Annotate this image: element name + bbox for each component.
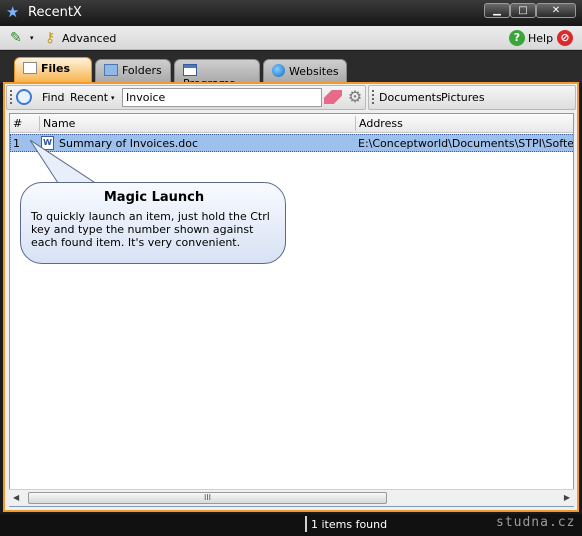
tab-websites[interactable]: Websites: [263, 59, 347, 82]
title-bar: ★ RecentX ▁ □ ✕: [0, 0, 582, 26]
tab-files[interactable]: Files: [14, 57, 92, 83]
maximize-button[interactable]: □: [510, 3, 536, 18]
tab-programs[interactable]: Programs: [174, 59, 260, 90]
toolbar-grip[interactable]: [372, 90, 374, 105]
watermark: studna.cz: [496, 515, 576, 530]
close-button[interactable]: ✕: [536, 3, 576, 18]
globe-icon: [272, 64, 285, 77]
menu-bar: ✎ ▾ ⚷ Advanced ? Help ⊘: [0, 26, 582, 50]
chevron-down-icon[interactable]: ▾: [30, 34, 34, 42]
documents-filter[interactable]: Documents: [379, 91, 442, 104]
find-toolbar: Find Recent ▾ ⚙: [6, 85, 366, 110]
help-icon[interactable]: ?: [509, 30, 525, 46]
column-header-name[interactable]: Name: [43, 117, 75, 130]
tooltip-title: Magic Launch: [103, 190, 205, 205]
find-button[interactable]: Find: [42, 91, 65, 104]
advanced-menu[interactable]: Advanced: [62, 32, 116, 45]
scroll-left-icon[interactable]: ◀: [13, 493, 19, 502]
search-icon[interactable]: [16, 89, 32, 105]
column-header-number[interactable]: #: [13, 117, 22, 130]
column-divider[interactable]: [355, 116, 356, 131]
tab-strip: Files Folders Programs Websites: [0, 51, 582, 90]
tab-label: Folders: [122, 64, 162, 77]
tab-folders[interactable]: Folders: [95, 59, 171, 82]
toolbar-grip[interactable]: [10, 90, 12, 105]
tooltip-body: To quickly launch an item, just hold the…: [31, 210, 270, 249]
key-icon[interactable]: ⚷: [45, 30, 61, 46]
stop-icon[interactable]: ⊘: [557, 30, 573, 46]
file-icon: [23, 62, 37, 74]
magic-launch-tooltip: Magic Launch To quickly launch an item, …: [20, 182, 286, 264]
recent-dropdown[interactable]: Recent: [70, 91, 108, 104]
pictures-filter[interactable]: Pictures: [441, 91, 485, 104]
scroll-right-icon[interactable]: ▶: [564, 493, 570, 502]
scroll-thumb[interactable]: III: [28, 492, 387, 504]
minimize-button[interactable]: ▁: [484, 3, 510, 18]
column-divider[interactable]: [39, 116, 40, 131]
horizontal-scrollbar[interactable]: ◀ III ▶: [9, 489, 574, 506]
folder-icon: [104, 64, 118, 76]
item-number: 1: [13, 137, 20, 150]
category-toolbar: Documents Pictures: [368, 85, 576, 110]
status-bar: 1 items found studna.cz: [0, 514, 582, 536]
pin-icon[interactable]: ✎: [10, 31, 26, 45]
list-header: # Name Address: [10, 114, 573, 133]
item-address: E:\Conceptworld\Documents\STPI\Softex\20: [358, 137, 574, 150]
items-found-count: 1 items found: [311, 518, 388, 531]
tab-label: Files: [41, 62, 71, 75]
tab-label: Websites: [289, 65, 339, 78]
column-header-address[interactable]: Address: [359, 117, 403, 130]
chevron-down-icon[interactable]: ▾: [111, 94, 115, 102]
gear-icon[interactable]: ⚙: [346, 88, 364, 106]
status-divider: [305, 516, 307, 532]
help-link[interactable]: Help: [528, 32, 553, 45]
programs-icon: [183, 64, 197, 76]
callout-pointer: [30, 140, 100, 186]
eraser-icon[interactable]: [324, 90, 342, 104]
window-title: RecentX: [28, 5, 82, 20]
search-input[interactable]: [122, 88, 322, 107]
star-icon: ★: [6, 3, 20, 21]
